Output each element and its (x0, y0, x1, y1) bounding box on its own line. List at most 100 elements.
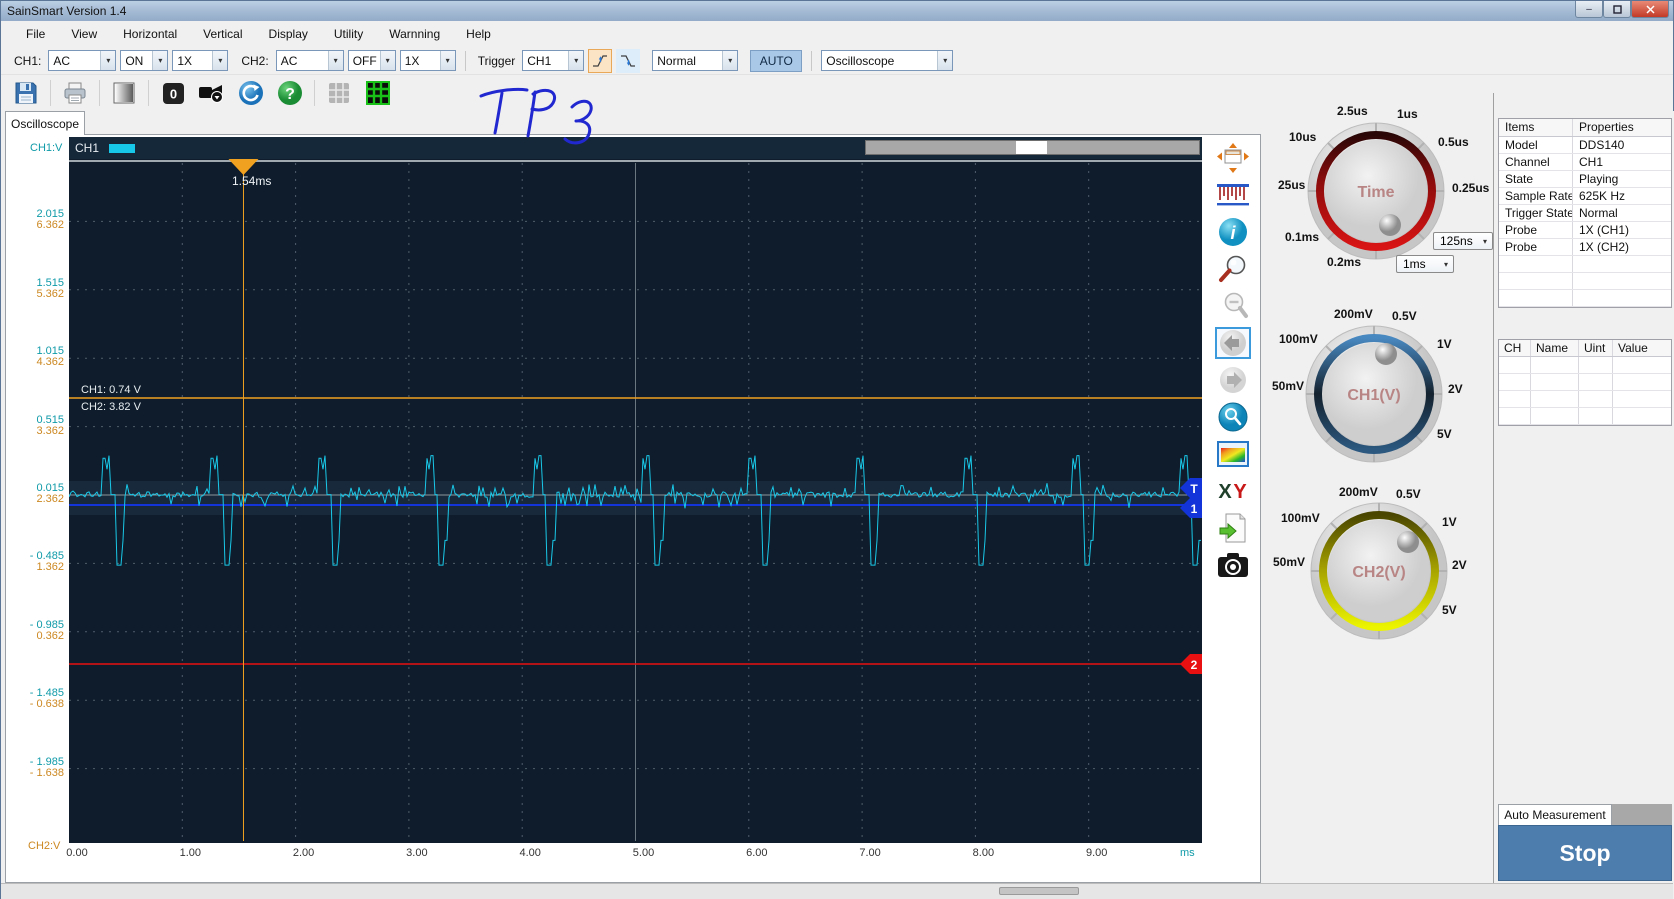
grid-icon[interactable] (324, 78, 354, 108)
ch1-volts-knob[interactable]: CH1(V) (1304, 324, 1444, 464)
ch2-knob-scale-label: 1V (1442, 515, 1457, 529)
cell: State (1499, 171, 1573, 187)
save-icon[interactable] (11, 78, 41, 108)
cell (1499, 256, 1573, 272)
falling-edge-icon (621, 54, 636, 67)
menu-item-view[interactable]: View (58, 23, 110, 45)
trigger-source-select[interactable]: CH1 ▾ (522, 50, 585, 71)
pan-right-icon[interactable] (1215, 364, 1251, 396)
stop-button[interactable]: Stop (1498, 825, 1672, 881)
ch2-probe-select[interactable]: 1X ▾ (399, 50, 456, 71)
menu-item-help[interactable]: Help (453, 23, 504, 45)
knob-indicator (1397, 531, 1419, 553)
zoom-in-icon[interactable] (1215, 253, 1251, 285)
ch2-display-select[interactable]: OFF ▾ (347, 50, 396, 71)
x-axis-label: 2.00 (292, 847, 315, 859)
auto-button[interactable]: AUTO (750, 49, 803, 72)
help-icon[interactable]: ? (275, 78, 305, 108)
print-icon[interactable] (60, 78, 90, 108)
menu-item-vertical[interactable]: Vertical (190, 23, 255, 45)
pan-left-icon[interactable] (1215, 327, 1251, 359)
ch2-volts-knob[interactable]: CH2(V) (1309, 501, 1449, 641)
cell (1579, 408, 1613, 424)
cell: Model (1499, 137, 1573, 153)
menu-item-horizontal[interactable]: Horizontal (110, 23, 190, 45)
cell (1499, 357, 1531, 373)
chevron-down-icon: ▾ (937, 51, 953, 70)
time-range-select[interactable]: 125ns ▾ (1433, 232, 1493, 250)
cell (1499, 374, 1531, 390)
time-base-select[interactable]: 1ms ▾ (1396, 255, 1454, 273)
table-header: CH Name Uint Value (1499, 340, 1671, 357)
x-axis-label: 5.00 (632, 847, 655, 859)
table-row-empty (1499, 357, 1671, 374)
search-icon[interactable] (1215, 401, 1251, 433)
ch1-knob-scale-label: 2V (1448, 382, 1463, 396)
minimize-button[interactable]: – (1575, 1, 1603, 18)
chevron-down-icon: ▾ (100, 51, 116, 70)
ch1-level-label: CH1: 0.74 V (81, 384, 141, 396)
toolbar-separator (811, 50, 813, 71)
menu-item-utility[interactable]: Utility (321, 23, 376, 45)
rising-edge-icon (593, 54, 608, 67)
x-axis-unit: ms (1180, 847, 1195, 859)
fit-screen-icon[interactable] (1215, 142, 1251, 174)
grid-color-icon[interactable] (363, 78, 393, 108)
falling-edge-button[interactable] (616, 48, 641, 73)
tab-oscilloscope[interactable]: Oscilloscope (5, 111, 85, 135)
time-knob-scale-label: 25us (1278, 178, 1306, 192)
cell: Properties (1579, 120, 1634, 134)
table-row: State Playing (1499, 171, 1671, 188)
ch1-coupling-select[interactable]: AC ▾ (48, 50, 117, 71)
svg-text:?: ? (285, 86, 295, 103)
scope-tool-strip: i X Y (1207, 142, 1259, 581)
ch1-probe-select[interactable]: 1X ▾ (172, 50, 229, 71)
ruler-icon[interactable] (1215, 179, 1251, 211)
oscilloscope-panel: Oscilloscope CH1:V CH2:V 2.015 6.362 1.515… (5, 111, 1261, 883)
svg-text:CH2(V): CH2(V) (1352, 564, 1405, 581)
screenshot-icon[interactable] (1215, 549, 1251, 581)
menu-item-display[interactable]: Display (256, 23, 321, 45)
tab-auto-measurement[interactable]: Auto Measurement (1498, 804, 1612, 825)
knob-indicator (1379, 214, 1401, 236)
oscilloscope-view: CH1:V CH2:V 2.015 6.362 1.515 5.362 1.015 4.3… (5, 134, 1261, 883)
trigger-mode-select[interactable]: Normal ▾ (652, 50, 739, 71)
ch2-knob-scale-label: 50mV (1273, 555, 1306, 569)
y-axis-ch2-unit: CH2:V (28, 840, 61, 852)
x-axis-label: 1.00 (179, 847, 201, 859)
zero-icon[interactable]: 0 (158, 78, 188, 108)
zoom-out-icon[interactable] (1215, 290, 1251, 322)
cell: CH1 (1579, 155, 1604, 169)
scrollbar-thumb[interactable] (1016, 141, 1047, 154)
xy-mode-icon[interactable]: XY (1215, 475, 1251, 507)
refresh-icon[interactable] (236, 78, 266, 108)
cell (1613, 374, 1671, 390)
waveform-canvas: T 1 2 (69, 159, 1202, 841)
y-axis-label: 0.515 3.362 (36, 413, 64, 437)
record-icon[interactable] (197, 78, 227, 108)
palette-icon[interactable] (1215, 438, 1251, 470)
menu-item-warnning[interactable]: Warnning (376, 23, 453, 45)
device-mode-select[interactable]: Oscilloscope ▾ (821, 50, 954, 71)
ch1-display-select[interactable]: ON ▾ (120, 50, 169, 71)
maximize-button[interactable] (1603, 1, 1631, 18)
export-icon[interactable] (1215, 512, 1251, 544)
info-icon[interactable]: i (1215, 216, 1251, 248)
background-icon[interactable] (109, 78, 139, 108)
close-button[interactable] (1631, 1, 1669, 18)
close-icon (1645, 4, 1655, 14)
time-knob[interactable]: Time (1306, 121, 1446, 261)
rising-edge-button[interactable] (588, 48, 613, 73)
ch2-level-label: CH2: 3.82 V (81, 401, 141, 413)
ch1-knob-scale-label: 50mV (1272, 379, 1305, 393)
ch2-label: CH2: (241, 53, 269, 68)
horizontal-scrollbar[interactable] (865, 140, 1200, 155)
splitter-handle[interactable] (999, 887, 1079, 895)
y-axis-ch1-unit: CH1:V (30, 142, 63, 154)
ch2-coupling-select[interactable]: AC ▾ (275, 50, 344, 71)
y-axis-label: 0.015 2.362 (36, 482, 64, 505)
menu-item-file[interactable]: File (13, 23, 58, 45)
scope-display[interactable]: CH1 T 1 2 1.54ms CH1: 0.74 V CH2: 3.82 V (69, 137, 1202, 843)
ch1-knob-scale-label: 5V (1437, 427, 1452, 441)
cell: Items (1499, 119, 1573, 136)
